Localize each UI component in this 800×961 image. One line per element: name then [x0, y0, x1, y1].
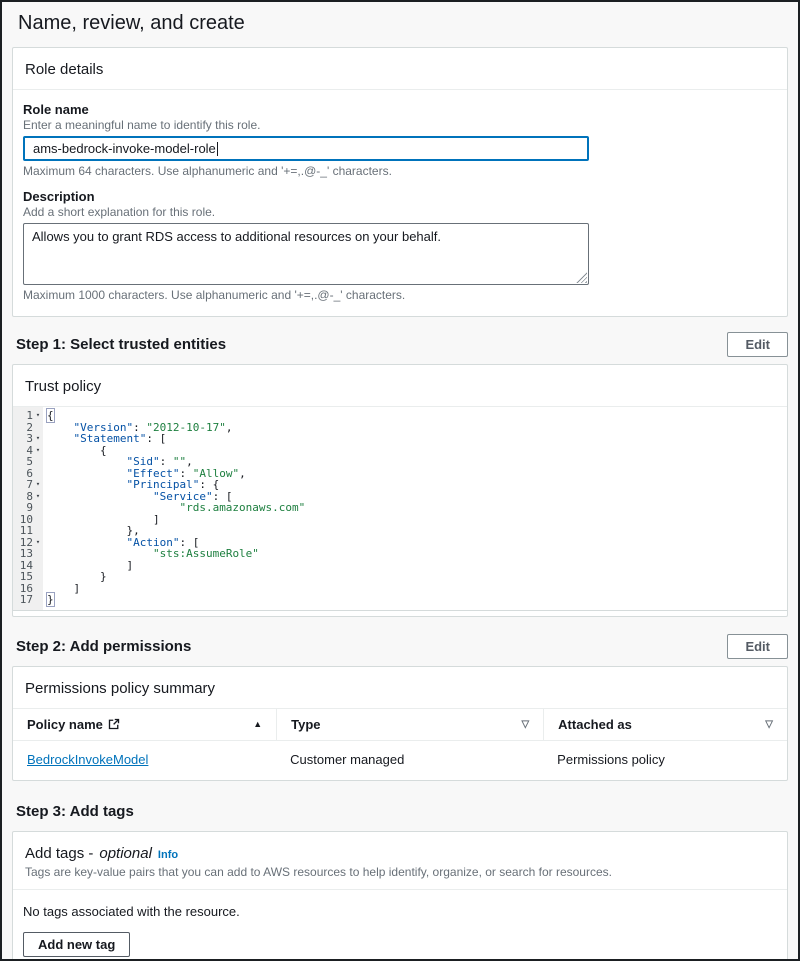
permissions-summary-title: Permissions policy summary: [13, 667, 787, 709]
description-description: Add a short explanation for this role.: [23, 205, 777, 219]
page: Name, review, and create Role details Ro…: [0, 0, 800, 961]
info-link[interactable]: Info: [158, 849, 178, 861]
description-value: Allows you to grant RDS access to additi…: [32, 229, 441, 244]
role-details-title: Role details: [13, 48, 787, 90]
step1-edit-button[interactable]: Edit: [727, 332, 788, 357]
description-constraint: Maximum 1000 characters. Use alphanumeri…: [23, 288, 777, 302]
trust-policy-title: Trust policy: [13, 365, 787, 407]
role-name-description: Enter a meaningful name to identify this…: [23, 118, 777, 132]
step1-title: Step 1: Select trusted entities: [16, 336, 226, 353]
sort-ascending-icon[interactable]: ▲: [253, 719, 262, 729]
page-title: Name, review, and create: [2, 2, 798, 43]
external-link-icon: [108, 718, 120, 730]
table-row: BedrockInvokeModel Customer managed Perm…: [13, 741, 787, 780]
filter-icon[interactable]: ▽: [765, 719, 773, 730]
column-header-type[interactable]: Type ▽: [276, 709, 543, 740]
step2-title: Step 2: Add permissions: [16, 638, 191, 655]
policy-name-link[interactable]: BedrockInvokeModel: [27, 752, 148, 767]
filter-icon[interactable]: ▽: [521, 719, 529, 730]
column-header-policy-name[interactable]: Policy name ▲: [13, 709, 276, 740]
trust-policy-card: Trust policy 1▾{2 "Version": "2012-10-17…: [12, 364, 788, 617]
permissions-summary-card: Permissions policy summary Policy name ▲…: [12, 666, 788, 781]
role-name-label: Role name: [23, 102, 777, 117]
text-cursor: [217, 142, 218, 156]
role-name-constraint: Maximum 64 characters. Use alphanumeric …: [23, 164, 777, 178]
add-tags-optional: optional: [99, 845, 152, 862]
attached-as-cell: Permissions policy: [543, 741, 787, 780]
description-textarea[interactable]: Allows you to grant RDS access to additi…: [23, 223, 589, 285]
no-tags-text: No tags associated with the resource.: [23, 904, 777, 919]
add-tags-description: Tags are key-value pairs that you can ad…: [25, 865, 775, 879]
step2-edit-button[interactable]: Edit: [727, 634, 788, 659]
policy-type-cell: Customer managed: [276, 741, 543, 780]
editor-footer-strip: [13, 611, 787, 616]
description-label: Description: [23, 189, 777, 204]
permissions-table: Policy name ▲ Type ▽ Attached as ▽ Bedro…: [13, 709, 787, 780]
step3-title: Step 3: Add tags: [16, 803, 134, 820]
add-tags-title: Add tags -: [25, 845, 93, 862]
add-new-tag-button[interactable]: Add new tag: [23, 932, 130, 957]
resize-grip-icon[interactable]: [576, 272, 587, 283]
column-header-attached-as[interactable]: Attached as ▽: [543, 709, 787, 740]
role-name-input[interactable]: ams-bedrock-invoke-model-role: [23, 136, 589, 161]
add-tags-card: Add tags - optional Info Tags are key-va…: [12, 831, 788, 961]
trust-policy-editor: 1▾{2 "Version": "2012-10-17",3▾ "Stateme…: [13, 407, 787, 611]
role-details-card: Role details Role name Enter a meaningfu…: [12, 47, 788, 317]
role-name-value: ams-bedrock-invoke-model-role: [33, 141, 216, 156]
